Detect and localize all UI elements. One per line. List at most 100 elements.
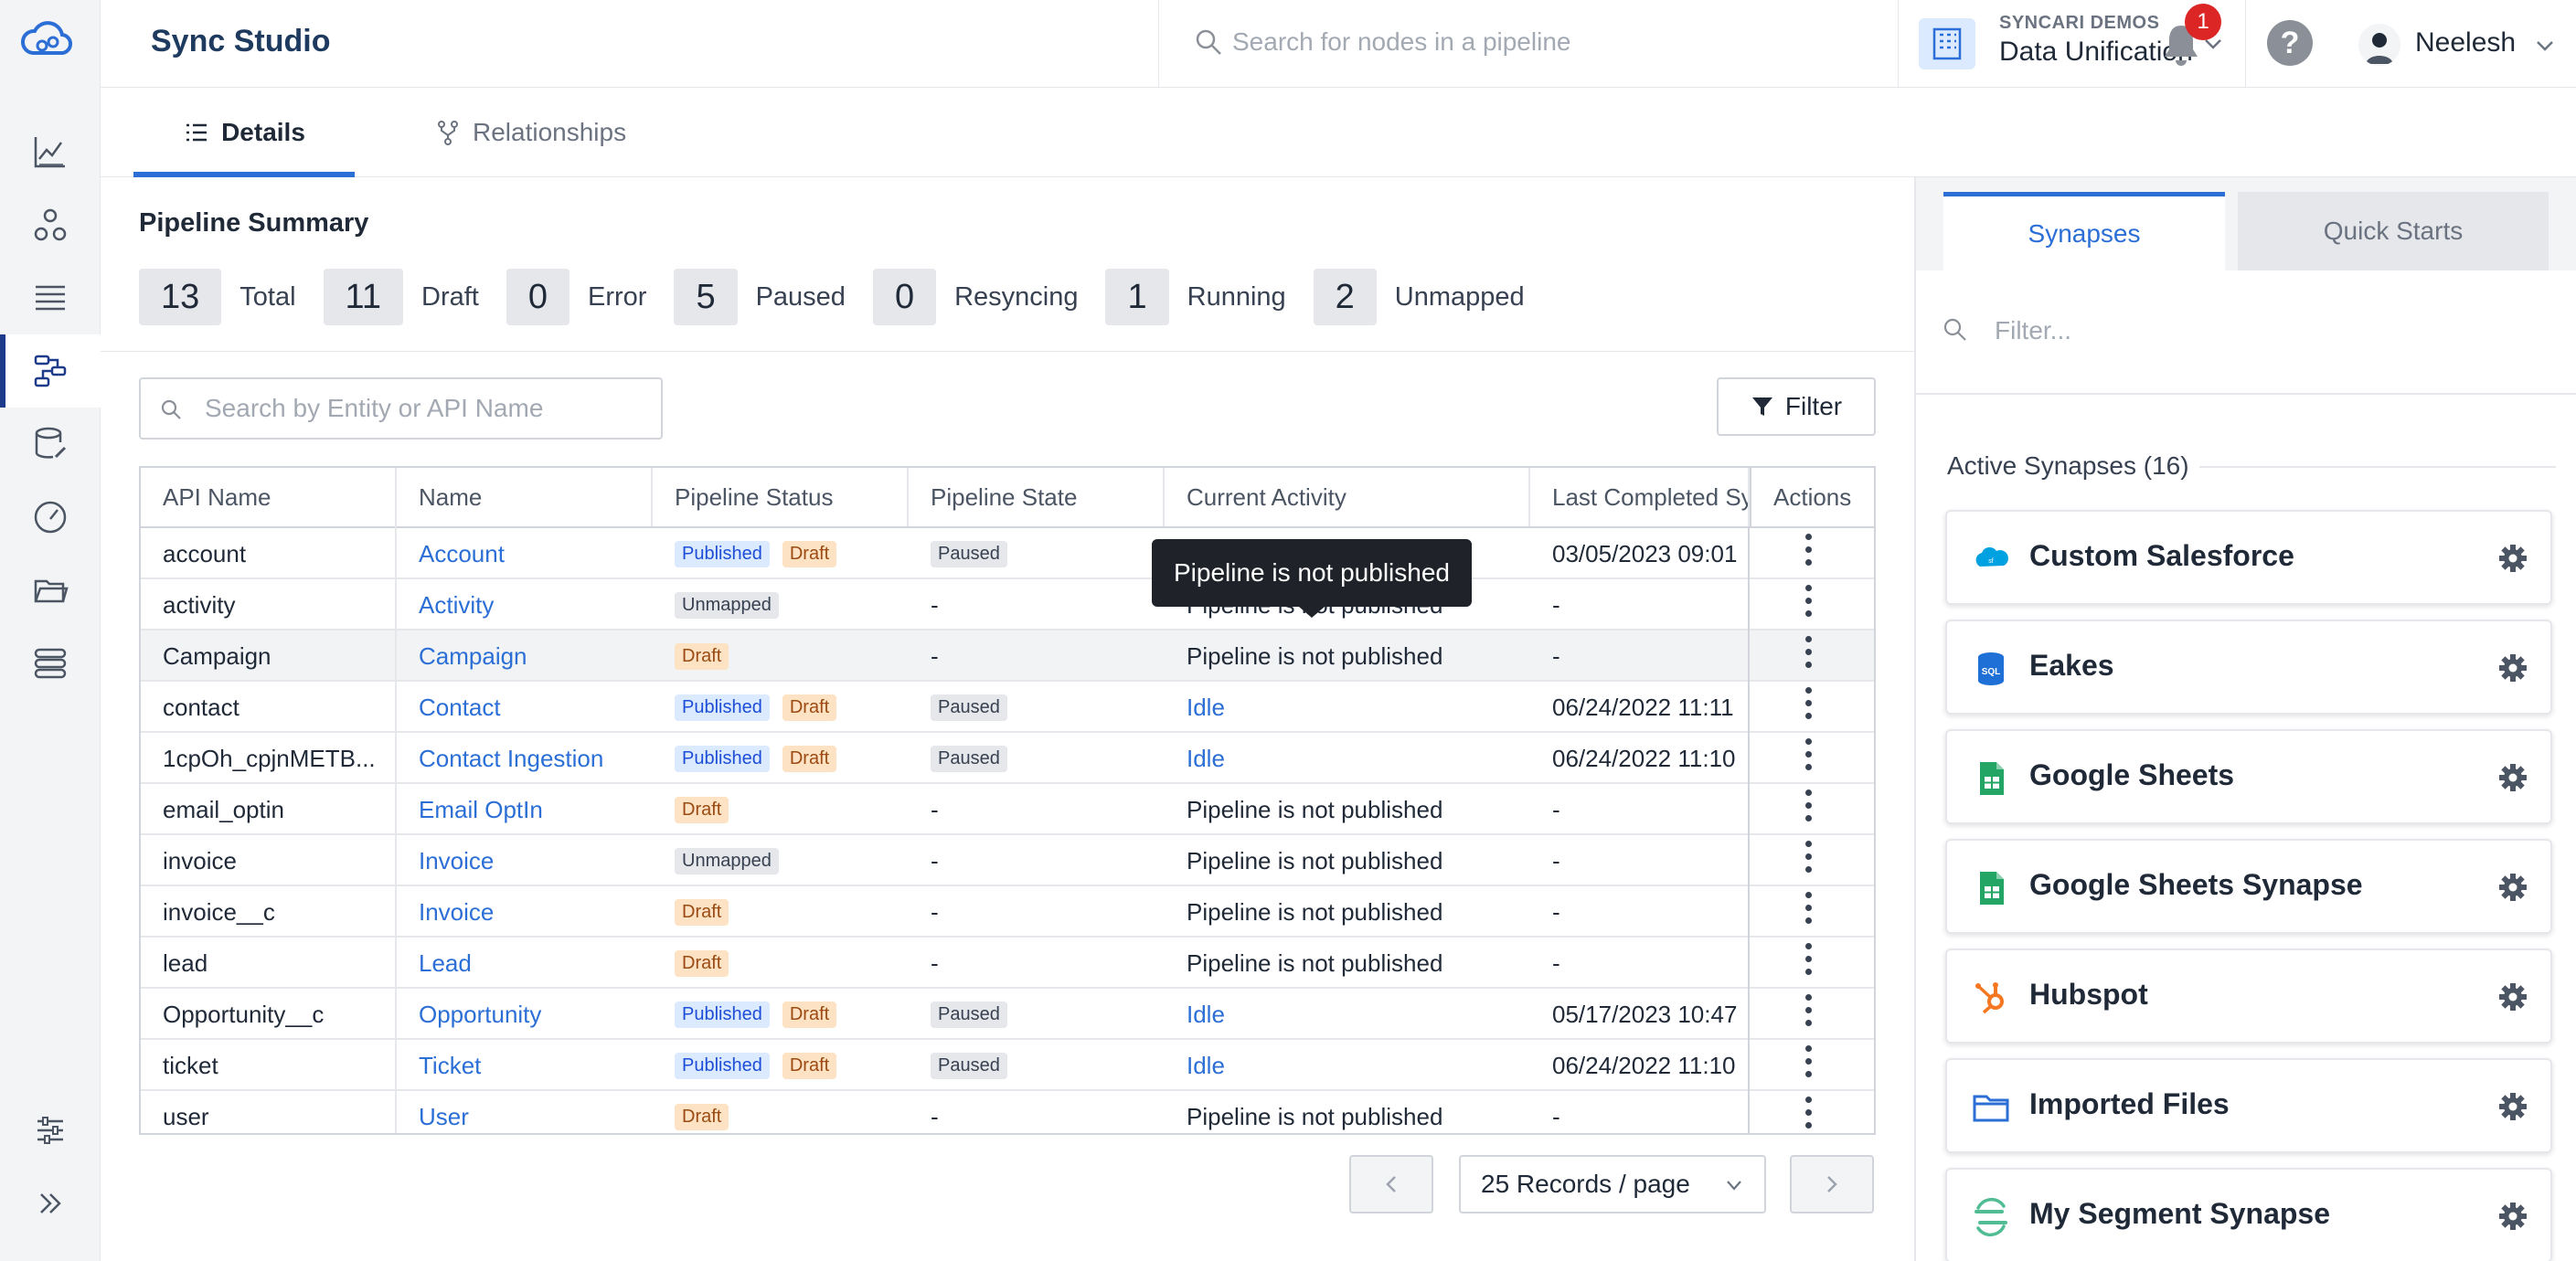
tab-quick-starts[interactable]: Quick Starts — [2238, 192, 2549, 270]
nav-sync-studio[interactable] — [0, 334, 101, 408]
previous-page-button[interactable] — [1349, 1155, 1433, 1213]
fork-icon — [438, 121, 458, 145]
page-size-select[interactable]: 25 Records / page — [1459, 1155, 1766, 1213]
nav-monitor[interactable] — [0, 481, 101, 554]
cell-name-link[interactable]: Campaign — [397, 630, 653, 682]
nav-stack[interactable] — [0, 627, 101, 700]
entity-search-input[interactable] — [205, 390, 644, 427]
gear-icon[interactable] — [2497, 872, 2528, 903]
funnel-icon — [1751, 397, 1772, 416]
table-row[interactable]: user User Draft - Pipeline is not published - — [141, 1091, 1874, 1133]
row-actions-kebab-icon[interactable] — [1799, 738, 1817, 779]
summary-title: Pipeline Summary — [139, 208, 369, 238]
cloud-logo-icon[interactable] — [16, 13, 75, 71]
gear-icon[interactable] — [2497, 1201, 2528, 1232]
row-actions-kebab-icon[interactable] — [1799, 789, 1817, 830]
nav-data[interactable] — [0, 408, 101, 481]
gear-icon[interactable] — [2497, 981, 2528, 1012]
column-header-name[interactable]: Name — [397, 468, 653, 526]
user-menu[interactable]: Neelesh — [2358, 18, 2576, 69]
tab-synapses[interactable]: Synapses — [1943, 192, 2225, 270]
table-row[interactable]: ticket Ticket Published Draft Paused Idle 06/2… — [141, 1040, 1874, 1091]
pipeline-icon — [34, 355, 67, 387]
row-actions-kebab-icon[interactable] — [1799, 687, 1817, 727]
cell-name-link[interactable]: Invoice — [397, 886, 653, 938]
help-button[interactable]: ? — [2267, 20, 2313, 66]
synapse-card[interactable]: Google Sheets Synapse — [1945, 839, 2552, 934]
row-actions-kebab-icon[interactable] — [1799, 1097, 1817, 1133]
column-header-pipeline-status[interactable]: Pipeline Status — [653, 468, 909, 526]
table-row[interactable]: Opportunity__c Opportunity Published Draft P… — [141, 989, 1874, 1040]
salesforce-icon: sf — [1971, 539, 2011, 579]
cell-name-link[interactable]: Invoice — [397, 835, 653, 886]
table-row[interactable]: contact Contact Published Draft Paused Idle 06… — [141, 682, 1874, 733]
cell-name-link[interactable]: Contact Ingestion — [397, 733, 653, 784]
google-sheets-icon — [1971, 758, 2011, 799]
table-row[interactable]: invoice__c Invoice Draft - Pipeline is not p… — [141, 886, 1874, 938]
gear-icon[interactable] — [2497, 762, 2528, 793]
synapse-card[interactable]: Hubspot — [1945, 948, 2552, 1044]
column-header-current-activity[interactable]: Current Activity — [1165, 468, 1530, 526]
synapse-card[interactable]: sf Custom Salesforce — [1945, 510, 2552, 605]
column-header-pipeline-state[interactable]: Pipeline State — [909, 468, 1165, 526]
gear-icon[interactable] — [2497, 652, 2528, 683]
nav-settings[interactable] — [0, 1094, 101, 1167]
cell-current-activity[interactable]: Idle — [1165, 733, 1530, 784]
cell-name-link[interactable]: User — [397, 1091, 653, 1133]
cell-name-link[interactable]: Contact — [397, 682, 653, 733]
gear-icon[interactable] — [2497, 1091, 2528, 1122]
nav-lists[interactable] — [0, 261, 101, 334]
cell-current-activity[interactable]: Idle — [1165, 1040, 1530, 1091]
node-search-input[interactable] — [1232, 22, 1872, 62]
synapse-card[interactable]: My Segment Synapse — [1945, 1168, 2552, 1261]
cell-name-link[interactable]: Opportunity — [397, 989, 653, 1040]
row-actions-kebab-icon[interactable] — [1799, 994, 1817, 1034]
cell-api-name: ticket — [163, 1051, 218, 1079]
gear-icon[interactable] — [2497, 543, 2528, 574]
cell-name-link[interactable]: Email OptIn — [397, 784, 653, 835]
notifications-button[interactable]: 1 — [2157, 4, 2221, 71]
cell-name-link[interactable]: Activity — [397, 579, 653, 630]
table-row[interactable]: 1cpOh_cpjnMETB... Contact Ingestion Publis… — [141, 733, 1874, 784]
table-row[interactable]: account Account Published Draft Paused 03/05/… — [141, 528, 1874, 579]
cell-pipeline-state: - — [931, 897, 939, 926]
node-search[interactable] — [1158, 0, 1899, 88]
cell-current-activity[interactable]: Idle — [1165, 989, 1530, 1040]
column-header-last-completed-sync[interactable]: Last Completed Sy — [1530, 468, 1750, 526]
row-actions-kebab-icon[interactable] — [1799, 943, 1817, 983]
row-actions-kebab-icon[interactable] — [1799, 841, 1817, 881]
cell-current-activity[interactable]: Idle — [1165, 682, 1530, 733]
synapse-card[interactable]: SQL Eakes — [1945, 620, 2552, 715]
table-row[interactable]: Campaign Campaign Draft - Pipeline is not pu… — [141, 630, 1874, 682]
column-header-api-name[interactable]: API Name — [141, 468, 397, 526]
nav-files[interactable] — [0, 554, 101, 627]
nav-dashboard[interactable] — [0, 115, 101, 188]
row-actions-kebab-icon[interactable] — [1799, 1045, 1817, 1086]
nav-expand[interactable] — [0, 1167, 101, 1240]
tab-relationships[interactable]: Relationships — [434, 88, 626, 177]
tab-details[interactable]: Details — [133, 88, 355, 177]
table-row[interactable]: lead Lead Draft - Pipeline is not published - — [141, 938, 1874, 989]
synapse-filter-input[interactable] — [1995, 311, 2543, 351]
table-row[interactable]: invoice Invoice Unmapped - Pipeline is not p… — [141, 835, 1874, 886]
synapse-name: Eakes — [2029, 649, 2114, 682]
cell-name-link[interactable]: Account — [397, 528, 653, 579]
row-actions-kebab-icon[interactable] — [1799, 585, 1817, 625]
synapse-card[interactable]: Google Sheets — [1945, 729, 2552, 824]
row-actions-kebab-icon[interactable] — [1799, 636, 1817, 676]
cell-name-link[interactable]: Lead — [397, 938, 653, 989]
entity-search[interactable] — [139, 377, 663, 440]
table-row[interactable]: activityActivityUnmapped-Pipeline is not… — [141, 579, 1874, 630]
cell-api-name: user — [163, 1102, 209, 1130]
synapses-panel: Synapses Quick Starts Active Synapses (1… — [1914, 177, 2576, 1261]
cell-name-link[interactable]: Ticket — [397, 1040, 653, 1091]
next-page-button[interactable] — [1790, 1155, 1874, 1213]
filter-button[interactable]: Filter — [1717, 377, 1876, 436]
row-actions-kebab-icon[interactable] — [1799, 534, 1817, 574]
row-actions-kebab-icon[interactable] — [1799, 892, 1817, 932]
synapse-card[interactable]: Imported Files — [1945, 1058, 2552, 1153]
table-row[interactable]: email_optin Email OptIn Draft - Pipeline is … — [141, 784, 1874, 835]
synapse-filter[interactable] — [1916, 270, 2576, 395]
nav-entities[interactable] — [0, 188, 101, 261]
cell-api-name: 1cpOh_cpjnMETB... — [163, 744, 376, 772]
